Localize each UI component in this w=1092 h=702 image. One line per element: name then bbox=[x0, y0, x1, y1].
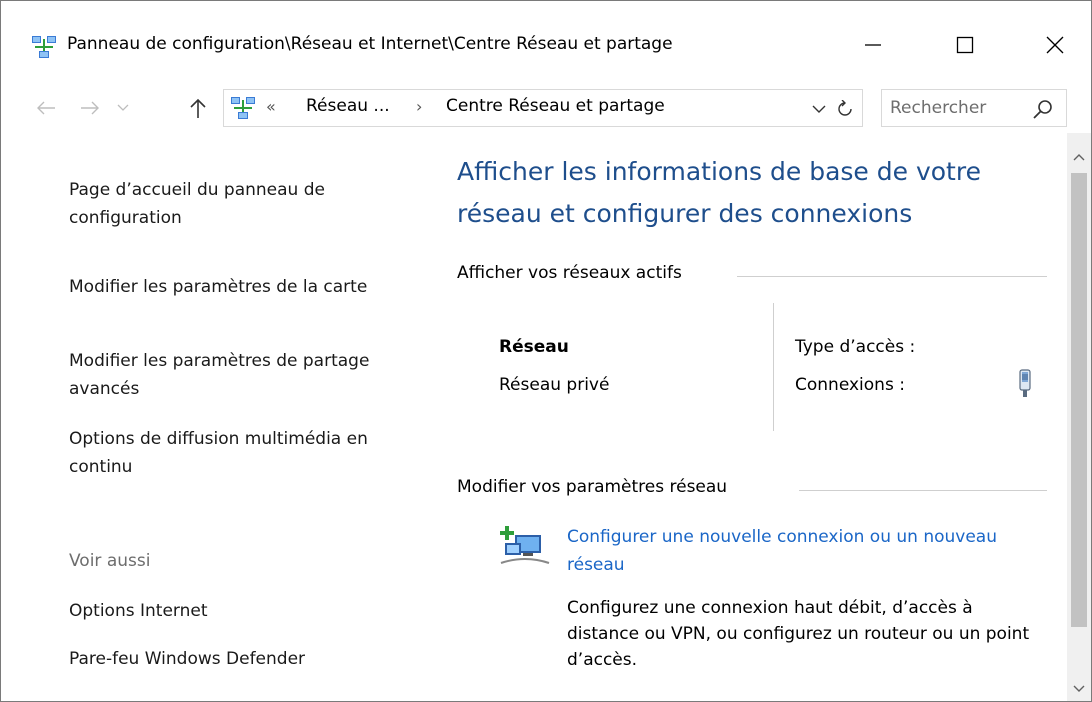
active-networks-heading: Afficher vos réseaux actifs bbox=[457, 263, 682, 283]
section-divider bbox=[799, 490, 1047, 491]
sidebar-link-windows-defender-firewall[interactable]: Pare-feu Windows Defender bbox=[69, 645, 399, 673]
refresh-button[interactable] bbox=[832, 96, 858, 122]
breadcrumb-network-sharing-center[interactable]: Centre Réseau et partage bbox=[446, 96, 665, 116]
chevron-up-icon bbox=[1073, 154, 1085, 161]
arrow-up-icon bbox=[190, 98, 206, 118]
address-dropdown-button[interactable] bbox=[808, 96, 830, 122]
section-divider bbox=[737, 276, 1047, 277]
new-connection-icon bbox=[500, 526, 550, 564]
network-sharing-center-icon bbox=[32, 36, 56, 58]
maximize-button[interactable] bbox=[935, 23, 995, 67]
scrollbar-thumb[interactable] bbox=[1071, 173, 1087, 627]
minimize-icon bbox=[865, 44, 881, 46]
sidebar-link-media-streaming-options[interactable]: Options de diffusion multimédia en conti… bbox=[69, 425, 399, 481]
refresh-icon bbox=[838, 100, 852, 116]
sidebar-link-internet-options[interactable]: Options Internet bbox=[69, 597, 399, 625]
arrow-right-icon bbox=[81, 101, 99, 115]
setup-new-connection-description: Configurez une connexion haut débit, d’a… bbox=[567, 598, 1030, 670]
chevron-down-icon bbox=[1073, 685, 1085, 692]
sidebar-link-control-panel-home[interactable]: Page d’accueil du panneau de configurati… bbox=[69, 176, 399, 232]
vertical-divider bbox=[773, 303, 774, 431]
maximize-icon bbox=[956, 36, 974, 54]
close-button[interactable] bbox=[1025, 23, 1085, 67]
network-profile-type: Réseau privé bbox=[499, 375, 610, 395]
search-icon[interactable] bbox=[1032, 98, 1054, 120]
sidebar: Page d’accueil du panneau de configurati… bbox=[1, 133, 431, 701]
window-title: Panneau de configuration\Réseau et Inter… bbox=[67, 34, 673, 54]
scroll-down-button[interactable] bbox=[1067, 679, 1091, 699]
minimize-button[interactable] bbox=[843, 23, 903, 67]
control-panel-window: Panneau de configuration\Réseau et Inter… bbox=[0, 0, 1092, 702]
recent-locations-button[interactable] bbox=[111, 91, 135, 125]
address-bar[interactable]: « Réseau ... › Centre Réseau et partage bbox=[223, 89, 863, 127]
ethernet-connection-icon[interactable] bbox=[1017, 369, 1033, 399]
arrow-left-icon bbox=[37, 101, 55, 115]
search-input[interactable] bbox=[890, 94, 1026, 122]
page-title: Afficher les informations de base de vot… bbox=[457, 157, 981, 228]
close-icon bbox=[1046, 36, 1064, 54]
see-also-label: Voir aussi bbox=[69, 551, 151, 571]
scroll-up-button[interactable] bbox=[1067, 147, 1091, 167]
access-type-label: Type d’accès : bbox=[795, 337, 916, 357]
back-button[interactable] bbox=[29, 91, 63, 125]
network-sharing-center-icon bbox=[231, 97, 255, 119]
breadcrumb-separator[interactable]: › bbox=[416, 97, 422, 116]
navigation-bar: « Réseau ... › Centre Réseau et partage bbox=[1, 83, 1091, 133]
title-bar: Panneau de configuration\Réseau et Inter… bbox=[1, 1, 1091, 83]
search-box[interactable] bbox=[881, 89, 1067, 127]
change-settings-heading: Modifier vos paramètres réseau bbox=[457, 477, 728, 497]
forward-button[interactable] bbox=[73, 91, 107, 125]
breadcrumb-overflow[interactable]: « bbox=[266, 97, 276, 116]
setup-new-connection-link[interactable]: Configurer une nouvelle connexion ou un … bbox=[567, 523, 1027, 579]
chevron-down-icon bbox=[117, 104, 129, 111]
breadcrumb-network-internet[interactable]: Réseau ... bbox=[306, 96, 390, 116]
chevron-down-icon bbox=[812, 105, 826, 113]
connections-label: Connexions : bbox=[795, 375, 905, 395]
main-content: Afficher les informations de base de vot… bbox=[431, 133, 1067, 701]
sidebar-link-change-adapter-settings[interactable]: Modifier les paramètres de la carte bbox=[69, 273, 399, 301]
network-name: Réseau bbox=[499, 337, 569, 357]
sidebar-link-advanced-sharing-settings[interactable]: Modifier les paramètres de partage avanc… bbox=[69, 347, 399, 403]
vertical-scrollbar[interactable] bbox=[1067, 133, 1091, 701]
up-button[interactable] bbox=[181, 91, 215, 125]
